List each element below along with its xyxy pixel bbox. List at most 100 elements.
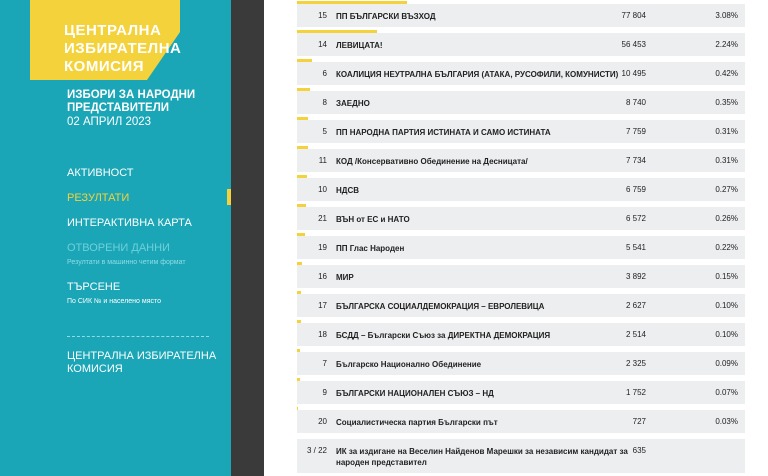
party-name: ИК за издигане на Веселин Найденов Мареш… — [336, 447, 628, 467]
vote-share-bar — [297, 117, 309, 120]
result-row[interactable]: 8 ЗАЕДНО 8 740 0.35% — [297, 88, 745, 114]
cik-name-link[interactable]: ЦЕНТРАЛНА ИЗБИРАТЕЛНА КОМИСИЯ — [67, 350, 217, 376]
result-row[interactable]: 17 БЪЛГАРСКА СОЦИАЛДЕМОКРАЦИЯ – ЕВРОЛЕВИЦ… — [297, 291, 745, 317]
party-name: БЪЛГАРСКИ НАЦИОНАЛЕН СЪЮЗ – НД — [336, 389, 494, 398]
vote-percent: 0.27% — [715, 185, 738, 194]
vote-count: 7 759 — [625, 127, 646, 136]
party-name: НДСВ — [336, 186, 360, 195]
vote-percent: 0.31% — [715, 127, 738, 136]
vote-share-bar — [297, 88, 310, 91]
vote-percent: 0.42% — [715, 69, 738, 78]
party-number: 3 / 22 — [306, 446, 327, 455]
logo-line-2: ИЗБИРАТЕЛНА — [64, 40, 182, 57]
vote-count: 2 627 — [625, 301, 646, 310]
nav-item-interactive-map[interactable]: ИНТЕРАКТИВНА КАРТА — [67, 216, 217, 241]
sidebar: ЦЕНТРАЛНА ИЗБИРАТЕЛНА КОМИСИЯ ИЗБОРИ ЗА … — [0, 0, 231, 476]
result-row[interactable]: 15 ПП БЪЛГАРСКИ ВЪЗХОД 77 804 3.08% — [297, 1, 745, 27]
vote-count: 1 752 — [625, 388, 646, 397]
vote-percent: 2.24% — [715, 40, 738, 49]
nav-item-label: ТЪРСЕНЕ — [67, 281, 121, 293]
vote-share-bar — [297, 1, 407, 4]
result-row[interactable]: 18 БСДД – Български Съюз за ДИРЕКТНА ДЕМО… — [297, 320, 745, 346]
result-row[interactable]: 3 / 22 ИК за издигане на Веселин Найденов… — [297, 439, 745, 473]
party-name: ПП БЪЛГАРСКИ ВЪЗХОД — [336, 12, 436, 21]
result-row[interactable]: 5 ПП НАРОДНА ПАРТИЯ ИСТИНАТА И САМО ИСТИН… — [297, 117, 745, 143]
party-name: КОАЛИЦИЯ НЕУТРАЛНА БЪЛГАРИЯ (АТАКА, РУСО… — [336, 70, 619, 79]
result-row[interactable]: 20 Социалистическа партия Български път 72… — [297, 407, 745, 433]
nav-item-open-data[interactable]: ОТВОРЕНИ ДАННИ Резултати в машинно четим… — [67, 241, 217, 280]
vote-percent: 0.31% — [715, 156, 738, 165]
cik-logo[interactable]: ЦЕНТРАЛНА ИЗБИРАТЕЛНА КОМИСИЯ — [64, 22, 181, 76]
nav-item-search[interactable]: ТЪРСЕНЕ По СИК № и населено място — [67, 280, 217, 319]
result-row[interactable]: 11 КОД /Консервативно Обединение на Десни… — [297, 146, 745, 172]
vote-count: 2 325 — [625, 359, 646, 368]
vote-percent: 3.08% — [715, 11, 738, 20]
vote-count: 7 734 — [625, 156, 646, 165]
result-row[interactable]: 10 НДСВ 6 759 0.27% — [297, 175, 745, 201]
vote-count: 5 541 — [625, 243, 646, 252]
party-name: ВЪН от ЕС и НАТО — [336, 215, 410, 224]
vote-share-bar — [297, 233, 305, 236]
party-number: 18 — [318, 330, 327, 339]
vote-count: 10 495 — [621, 69, 646, 78]
nav-item-label: ОТВОРЕНИ ДАННИ — [67, 242, 170, 254]
nav-item-sublabel: Резултати в машинно четим формат — [67, 259, 186, 266]
party-name: ЛЕВИЦАТА! — [336, 41, 383, 50]
party-name: БЪЛГАРСКА СОЦИАЛДЕМОКРАЦИЯ – ЕВРОЛЕВИЦА — [336, 302, 545, 311]
vote-percent: 0.35% — [715, 98, 738, 107]
main-nav: АКТИВНОСТ РЕЗУЛТАТИ ИНТЕРАКТИВНА КАРТА О… — [67, 166, 217, 319]
party-name: ЗАЕДНО — [336, 99, 370, 108]
party-number: 11 — [318, 156, 327, 165]
vote-share-bar — [297, 204, 307, 207]
nav-item-sublabel: По СИК № и населено място — [67, 298, 162, 305]
vote-count: 635 — [632, 446, 646, 455]
logo-line-3: КОМИСИЯ — [64, 58, 144, 75]
party-name: ПП Глас Народен — [336, 244, 405, 253]
vote-count: 3 892 — [625, 272, 646, 281]
vote-percent: 0.07% — [715, 388, 738, 397]
result-row[interactable]: 16 МИР 3 892 0.15% — [297, 262, 745, 288]
result-row[interactable]: 21 ВЪН от ЕС и НАТО 6 572 0.26% — [297, 204, 745, 230]
vote-share-bar — [297, 262, 303, 265]
party-name: Българско Национално Обединение — [336, 360, 482, 369]
party-number: 10 — [318, 185, 327, 194]
party-number: 14 — [318, 40, 327, 49]
result-row[interactable]: 7 Българско Национално Обединение 2 325 0.0… — [297, 349, 745, 375]
vote-share-bar — [297, 30, 377, 33]
party-name: Социалистическа партия Български път — [336, 418, 498, 427]
vote-count: 8 740 — [625, 98, 646, 107]
party-name: КОД /Консервативно Обединение на Десница… — [336, 157, 528, 166]
vote-share-bar — [297, 291, 301, 294]
vote-count: 6 572 — [625, 214, 646, 223]
election-title: ИЗБОРИ ЗА НАРОДНИ ПРЕДСТАВИТЕЛИ — [67, 89, 196, 114]
vote-count: 2 514 — [625, 330, 646, 339]
result-row[interactable]: 19 ПП Глас Народен 5 541 0.22% — [297, 233, 745, 259]
party-number: 21 — [318, 214, 327, 223]
party-number: 20 — [318, 417, 327, 426]
election-date: 02 АПРИЛ 2023 — [67, 116, 152, 128]
vote-percent: 0.10% — [715, 301, 738, 310]
result-row[interactable]: 14 ЛЕВИЦАТА! 56 453 2.24% — [297, 30, 745, 56]
vote-percent: 0.09% — [715, 359, 738, 368]
vote-percent: 0.15% — [715, 272, 738, 281]
result-row[interactable]: 6 КОАЛИЦИЯ НЕУТРАЛНА БЪЛГАРИЯ (АТАКА, РУС… — [297, 59, 745, 85]
vote-share-bar — [297, 407, 299, 410]
party-number: 8 — [322, 98, 327, 107]
dark-strip — [231, 0, 264, 476]
party-number: 5 — [322, 127, 327, 136]
logo-line-1: ЦЕНТРАЛНА — [64, 22, 162, 39]
vote-count: 727 — [632, 417, 646, 426]
nav-item-results[interactable]: РЕЗУЛТАТИ — [67, 191, 217, 216]
vote-share-bar — [297, 378, 300, 381]
result-row[interactable]: 9 БЪЛГАРСКИ НАЦИОНАЛЕН СЪЮЗ – НД 1 752 0.07… — [297, 378, 745, 404]
party-number: 19 — [318, 243, 327, 252]
party-number: 16 — [318, 272, 327, 281]
sidebar-divider — [67, 336, 209, 337]
nav-item-activity[interactable]: АКТИВНОСТ — [67, 166, 217, 191]
vote-percent: 0.22% — [715, 243, 738, 252]
vote-percent: 0.10% — [715, 330, 738, 339]
vote-share-bar — [297, 320, 301, 323]
vote-share-bar — [297, 175, 307, 178]
party-number: 6 — [322, 69, 327, 78]
party-number: 7 — [322, 359, 327, 368]
